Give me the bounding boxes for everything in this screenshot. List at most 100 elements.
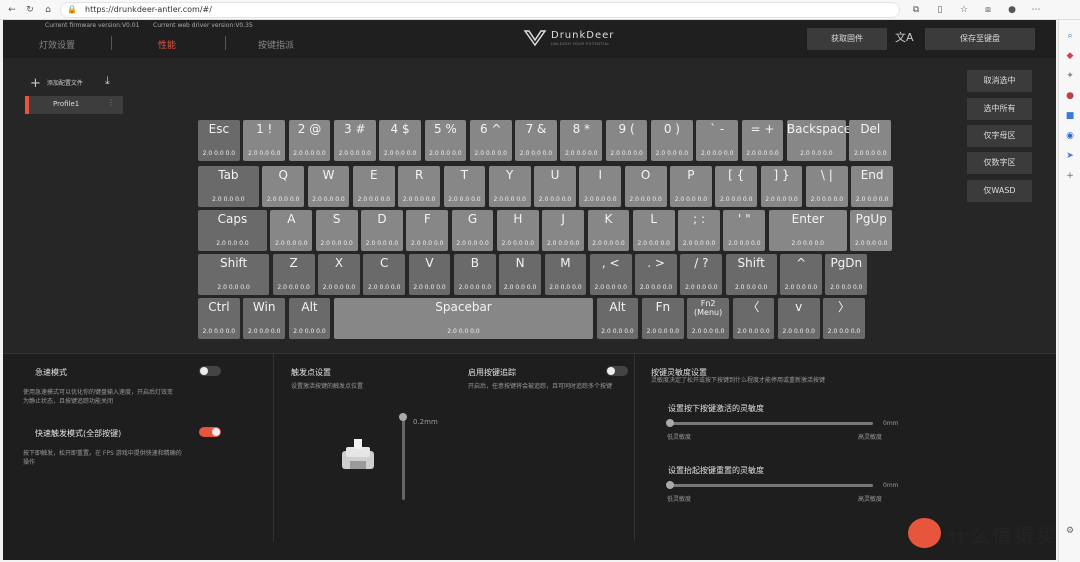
profile-icon[interactable]: ● bbox=[1006, 4, 1018, 16]
tracking-toggle[interactable] bbox=[606, 366, 628, 376]
address-bar[interactable]: 🔒 https://drunkdeer-antler.com/#/ bbox=[60, 2, 900, 18]
games-icon[interactable]: ● bbox=[1064, 90, 1076, 102]
key-row4-3[interactable]: C 2.0 0.0 0.0 bbox=[363, 254, 406, 295]
save-to-keyboard-button[interactable]: 保存至键盘 bbox=[925, 28, 1035, 50]
key-row2-10[interactable]: P 2.0 0.0 0.0 bbox=[670, 166, 712, 207]
key-row3-2[interactable]: S 2.0 0.0 0.0 bbox=[315, 210, 358, 251]
collections-icon[interactable]: ⧈ bbox=[982, 4, 994, 16]
key-row1-7[interactable]: 7 & 2.0 0.0 0.0 bbox=[515, 120, 557, 161]
rapid-mode-toggle[interactable] bbox=[199, 366, 221, 376]
tab-key-assign[interactable]: 按键指派 bbox=[258, 38, 294, 51]
deselect-button[interactable]: 取消选中 bbox=[967, 70, 1032, 92]
key-row3-11[interactable]: ' " 2.0 0.0 0.0 bbox=[723, 210, 766, 251]
home-icon[interactable]: ⌂ bbox=[42, 4, 54, 16]
favorites-icon[interactable]: ☆ bbox=[958, 4, 970, 16]
key-row1-6[interactable]: 6 ^ 2.0 0.0 0.0 bbox=[469, 120, 512, 161]
key-row4-9[interactable]: . > 2.0 0.0 0.0 bbox=[635, 254, 677, 295]
profile-item[interactable]: Profile1 ⋮ bbox=[25, 96, 123, 114]
key-row3-5[interactable]: G 2.0 0.0 0.0 bbox=[451, 210, 494, 251]
key-row2-9[interactable]: O 2.0 0.0 0.0 bbox=[624, 166, 667, 207]
key-row1-10[interactable]: 0 ) 2.0 0.0 0.0 bbox=[651, 120, 693, 161]
slider-thumb[interactable] bbox=[666, 419, 674, 427]
key-row1-0[interactable]: Esc 2.0 0.0 0.0 bbox=[198, 120, 240, 161]
search-icon[interactable]: ⌕ bbox=[1064, 30, 1076, 42]
slider-thumb[interactable] bbox=[666, 481, 674, 489]
press-sensitivity-slider[interactable] bbox=[666, 419, 873, 427]
add-icon[interactable]: + bbox=[1064, 170, 1076, 182]
select-all-button[interactable]: 选中所有 bbox=[967, 98, 1032, 120]
key-row4-4[interactable]: V 2.0 0.0 0.0 bbox=[408, 254, 451, 295]
tab-lighting[interactable]: 灯效设置 bbox=[39, 38, 75, 51]
language-icon[interactable]: 文A bbox=[895, 29, 914, 45]
actuation-slider[interactable] bbox=[399, 413, 407, 500]
key-row2-3[interactable]: E 2.0 0.0 0.0 bbox=[352, 166, 395, 207]
key-row1-1[interactable]: 1 ! 2.0 0.0 0.0 bbox=[243, 120, 286, 161]
settings-icon[interactable]: ⚙ bbox=[1064, 525, 1076, 537]
key-row3-8[interactable]: K 2.0 0.0 0.0 bbox=[587, 210, 630, 251]
key-row3-6[interactable]: H 2.0 0.0 0.0 bbox=[496, 210, 539, 251]
tools-icon[interactable]: ✦ bbox=[1064, 70, 1076, 82]
key-row2-12[interactable]: ] } 2.0 0.0 0.0 bbox=[760, 166, 803, 207]
key-row2-14[interactable]: End 2.0 0.0 0.0 bbox=[851, 166, 894, 207]
key-row5-7[interactable]: 〈 2.0 0.0 0.0 bbox=[732, 298, 775, 339]
key-row3-7[interactable]: J 2.0 0.0 0.0 bbox=[542, 210, 585, 251]
back-icon[interactable]: ← bbox=[6, 4, 18, 16]
menu-icon[interactable]: ⋯ bbox=[1030, 4, 1042, 16]
download-icon[interactable]: ⤓ bbox=[105, 74, 110, 88]
send-icon[interactable]: ➤ bbox=[1064, 150, 1076, 162]
key-row5-8[interactable]: v 2.0 0.0 0.0 bbox=[777, 298, 820, 339]
add-profile-button[interactable]: + 添加配置文件 bbox=[30, 76, 83, 91]
split-icon[interactable]: ▯ bbox=[934, 4, 946, 16]
key-row3-12[interactable]: Enter 2.0 0.0 0.0 bbox=[768, 210, 847, 251]
key-row1-14[interactable]: Del 2.0 0.0 0.0 bbox=[849, 120, 892, 161]
key-row2-2[interactable]: W 2.0 0.0 0.0 bbox=[307, 166, 350, 207]
key-row3-4[interactable]: F 2.0 0.0 0.0 bbox=[406, 210, 449, 251]
key-row2-7[interactable]: U 2.0 0.0 0.0 bbox=[534, 166, 576, 207]
key-row4-7[interactable]: M 2.0 0.0 0.0 bbox=[544, 254, 587, 295]
key-row2-8[interactable]: I 2.0 0.0 0.0 bbox=[579, 166, 622, 207]
shopping-icon[interactable]: ◆ bbox=[1064, 50, 1076, 62]
tab-performance[interactable]: 性能 bbox=[158, 38, 176, 51]
key-row5-9[interactable]: 〉 2.0 0.0 0.0 bbox=[823, 298, 865, 339]
key-row4-2[interactable]: X 2.0 0.0 0.0 bbox=[318, 254, 360, 295]
key-row4-13[interactable]: PgDn 2.0 0.0 0.0 bbox=[825, 254, 868, 295]
key-row4-11[interactable]: Shift 2.0 0.0 0.0 bbox=[725, 254, 777, 295]
letters-only-button[interactable]: 仅字母区 bbox=[967, 125, 1032, 147]
key-row5-3[interactable]: Spacebar 2.0 0.0 0.0 bbox=[333, 298, 594, 339]
key-row1-11[interactable]: ` - 2.0 0.0 0.0 bbox=[696, 120, 739, 161]
key-row3-10[interactable]: ; : 2.0 0.0 0.0 bbox=[678, 210, 720, 251]
key-row4-1[interactable]: Z 2.0 0.0 0.0 bbox=[272, 254, 315, 295]
key-row5-5[interactable]: Fn 2.0 0.0 0.0 bbox=[641, 298, 684, 339]
key-row4-0[interactable]: Shift 2.0 0.0 0.0 bbox=[198, 254, 270, 295]
get-firmware-button[interactable]: 获取固件 bbox=[807, 28, 887, 50]
key-row1-5[interactable]: 5 % 2.0 0.0 0.0 bbox=[424, 120, 467, 161]
key-row1-2[interactable]: 2 @ 2.0 0.0 0.0 bbox=[288, 120, 331, 161]
key-row5-2[interactable]: Alt 2.0 0.0 0.0 bbox=[288, 298, 331, 339]
key-row4-10[interactable]: / ? 2.0 0.0 0.0 bbox=[680, 254, 723, 295]
more-icon[interactable]: ⋮ bbox=[107, 98, 115, 107]
key-row3-13[interactable]: PgUp 2.0 0.0 0.0 bbox=[850, 210, 893, 251]
key-row3-1[interactable]: A 2.0 0.0 0.0 bbox=[270, 210, 313, 251]
key-row2-0[interactable]: Tab 2.0 0.0 0.0 bbox=[198, 166, 259, 207]
key-row1-4[interactable]: 4 $ 2.0 0.0 0.0 bbox=[379, 120, 421, 161]
key-row5-1[interactable]: Win 2.0 0.0 0.0 bbox=[243, 298, 286, 339]
key-row1-8[interactable]: 8 * 2.0 0.0 0.0 bbox=[560, 120, 603, 161]
rapid-trigger-toggle[interactable] bbox=[199, 427, 221, 437]
slider-thumb[interactable] bbox=[399, 413, 407, 421]
key-row2-13[interactable]: \ | 2.0 0.0 0.0 bbox=[805, 166, 848, 207]
wasd-only-button[interactable]: 仅WASD bbox=[967, 180, 1032, 202]
refresh-icon[interactable]: ↻ bbox=[24, 4, 36, 16]
key-row5-4[interactable]: Alt 2.0 0.0 0.0 bbox=[596, 298, 639, 339]
numbers-only-button[interactable]: 仅数字区 bbox=[967, 152, 1032, 174]
key-row4-12[interactable]: ^ 2.0 0.0 0.0 bbox=[780, 254, 822, 295]
key-row4-5[interactable]: B 2.0 0.0 0.0 bbox=[453, 254, 496, 295]
key-row2-4[interactable]: R 2.0 0.0 0.0 bbox=[398, 166, 441, 207]
key-row2-1[interactable]: Q 2.0 0.0 0.0 bbox=[262, 166, 305, 207]
key-row1-9[interactable]: 9 (2.0 0.0 0.0 bbox=[605, 120, 648, 161]
release-sensitivity-slider[interactable] bbox=[666, 481, 873, 489]
key-row1-12[interactable]: = + 2.0 0.0 0.0 bbox=[741, 120, 784, 161]
key-row2-5[interactable]: T 2.0 0.0 0.0 bbox=[443, 166, 486, 207]
key-row3-3[interactable]: D 2.0 0.0 0.0 bbox=[361, 210, 403, 251]
extensions-icon[interactable]: ⧉ bbox=[910, 4, 922, 16]
key-row1-3[interactable]: 3 # 2.0 0.0 0.0 bbox=[333, 120, 376, 161]
